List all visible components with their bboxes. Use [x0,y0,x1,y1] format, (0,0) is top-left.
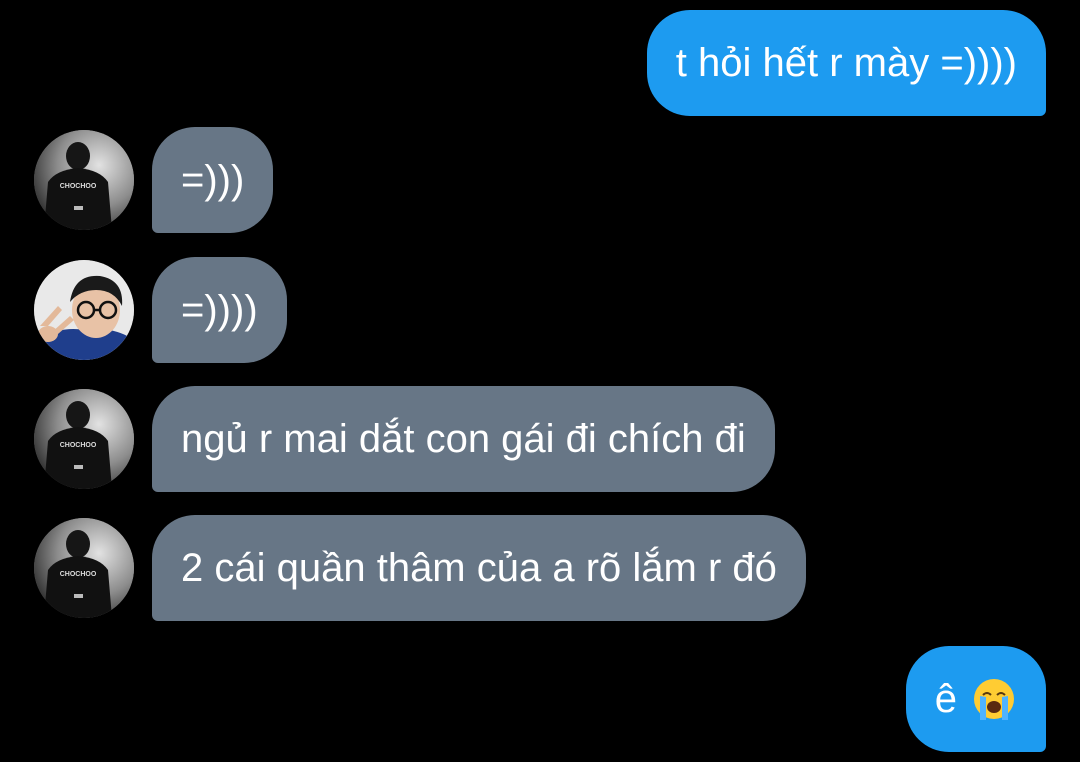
incoming-message-bubble[interactable]: =))) [152,127,274,233]
message-text: =))) [181,158,245,202]
incoming-message-bubble[interactable]: 2 cái quần thâm của a rõ lắm r đó [152,515,806,621]
outgoing-message-bubble[interactable]: t hỏi hết r mày =)))) [646,10,1046,116]
message-row: ê [0,646,1080,752]
avatar-black-jersey[interactable]: CHOCHOO [34,389,134,489]
jersey-logo-text: CHOCHOO [60,183,97,190]
message-row: t hỏi hết r mày =)))) [0,10,1080,116]
message-text: ngủ r mai dắt con gái đi chích đi [181,417,746,461]
outgoing-message-bubble[interactable]: ê [905,646,1046,752]
avatar-black-jersey[interactable]: CHOCHOO [34,518,134,618]
message-row: CHOCHOO 2 cái quần thâm của a rõ lắm r đ… [0,515,1080,621]
message-row: CHOCHOO =))) [0,127,1080,233]
incoming-message-bubble[interactable]: =)))) [152,257,287,363]
loudly-crying-face-icon [971,676,1017,722]
avatar-glasses-peace-sign[interactable] [34,260,134,360]
chat-conversation: t hỏi hết r mày =)))) CHOCHOO =))) =))))… [0,0,1080,762]
message-text: 2 cái quần thâm của a rõ lắm r đó [181,546,777,590]
jersey-logo-text: CHOCHOO [60,442,97,449]
jersey-logo-text: CHOCHOO [60,571,97,578]
message-text: =)))) [181,288,258,332]
message-row: =)))) [0,257,1080,363]
incoming-message-bubble[interactable]: ngủ r mai dắt con gái đi chích đi [152,386,775,492]
avatar-black-jersey[interactable]: CHOCHOO [34,130,134,230]
message-text: ê [934,677,957,721]
message-text: t hỏi hết r mày =)))) [675,41,1017,85]
message-row: CHOCHOO ngủ r mai dắt con gái đi chích đ… [0,386,1080,492]
